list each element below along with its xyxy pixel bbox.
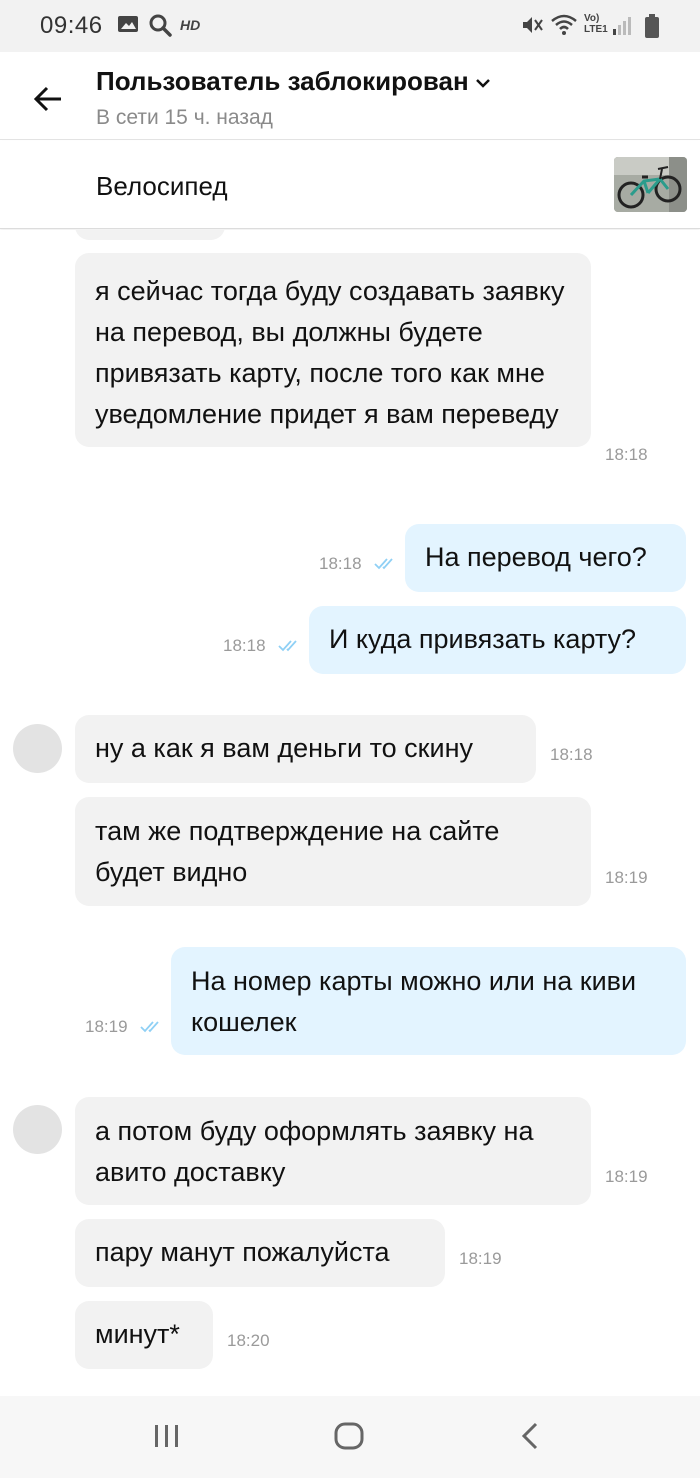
message-time: 18:18 (319, 554, 362, 573)
gallery-icon (118, 16, 138, 32)
mute-icon (523, 17, 543, 33)
signal-icon (613, 17, 631, 35)
message-time: 18:19 (85, 1017, 128, 1036)
message-time: 18:19 (459, 1249, 502, 1268)
message-text: я сейчас тогда буду создавать заявку на … (95, 276, 565, 429)
avatar[interactable] (13, 724, 62, 773)
message-bubble-outgoing[interactable]: На перевод чего? (405, 524, 686, 592)
message-bubble-incoming[interactable]: там же подтверждение на сайте будет видн… (75, 797, 591, 906)
volte-label: Vo) (584, 13, 600, 24)
online-status: В сети 15 ч. назад (96, 106, 273, 129)
message-text: минут* (95, 1319, 180, 1349)
message-bubble-outgoing[interactable]: На номер карты можно или на киви кошелек (171, 947, 686, 1055)
home-icon[interactable] (332, 1420, 366, 1452)
hd-indicator: HD (180, 17, 201, 33)
message-bubble-incoming[interactable]: пару манут пожалуйста (75, 1219, 445, 1287)
message-text: На номер карты можно или на киви кошелек (191, 966, 637, 1037)
lte-label: LTE1 (584, 24, 608, 35)
message-bubble-incoming[interactable]: я сейчас тогда буду создавать заявку на … (75, 253, 591, 447)
chat-header: Пользователь заблокирован В сети 15 ч. н… (0, 52, 700, 140)
message-bubble-incoming[interactable]: минут* (75, 1301, 213, 1369)
double-check-icon (140, 1021, 159, 1033)
message-text: И куда привязать карту? (329, 624, 637, 654)
status-bar: 09:46 HD Vo) LTE1 (0, 0, 700, 52)
contact-name[interactable]: Пользователь заблокирован (96, 66, 491, 97)
message-time: 18:18 (605, 445, 648, 464)
message-time: 18:20 (227, 1331, 270, 1350)
battery-icon (645, 14, 659, 38)
message-text: На перевод чего? (425, 542, 647, 572)
contact-name-text: Пользователь заблокирован (96, 66, 469, 96)
message-text: пару манут пожалуйста (95, 1237, 390, 1267)
search-icon (149, 14, 172, 37)
message-text: а потом буду оформлять заявку на авито д… (95, 1116, 534, 1187)
listing-title: Велосипед (96, 171, 228, 201)
message-bubble-outgoing[interactable]: И куда привязать карту? (309, 606, 686, 674)
bicycle-photo (614, 157, 687, 212)
message-bubble-incoming[interactable]: ну а как я вам деньги то скину (75, 715, 536, 783)
message-time: 18:18 (223, 636, 266, 655)
message-text: там же подтверждение на сайте будет видн… (95, 816, 500, 887)
network-type: Vo) LTE1 (584, 13, 608, 35)
message-list[interactable]: я сейчас тогда буду создавать заявку на … (0, 230, 700, 1396)
message-bubble-partial (75, 230, 225, 240)
listing-bar[interactable]: Велосипед (0, 141, 700, 229)
system-nav-bar (0, 1396, 700, 1478)
arrow-left-icon (33, 86, 61, 112)
message-time: 18:19 (605, 1167, 648, 1186)
double-check-icon (374, 558, 393, 570)
chevron-down-icon (475, 78, 490, 88)
recent-apps-icon[interactable] (152, 1420, 182, 1452)
back-button[interactable] (22, 76, 74, 122)
message-time: 18:19 (605, 868, 648, 887)
message-time: 18:18 (550, 745, 593, 764)
message-text: ну а как я вам деньги то скину (95, 733, 473, 763)
back-nav-icon[interactable] (518, 1420, 544, 1452)
status-time: 09:46 (40, 12, 103, 39)
avatar[interactable] (13, 1105, 62, 1154)
wifi-icon (551, 14, 577, 35)
message-bubble-incoming[interactable]: а потом буду оформлять заявку на авито д… (75, 1097, 591, 1205)
double-check-icon (278, 640, 297, 652)
listing-thumbnail[interactable] (614, 157, 687, 212)
